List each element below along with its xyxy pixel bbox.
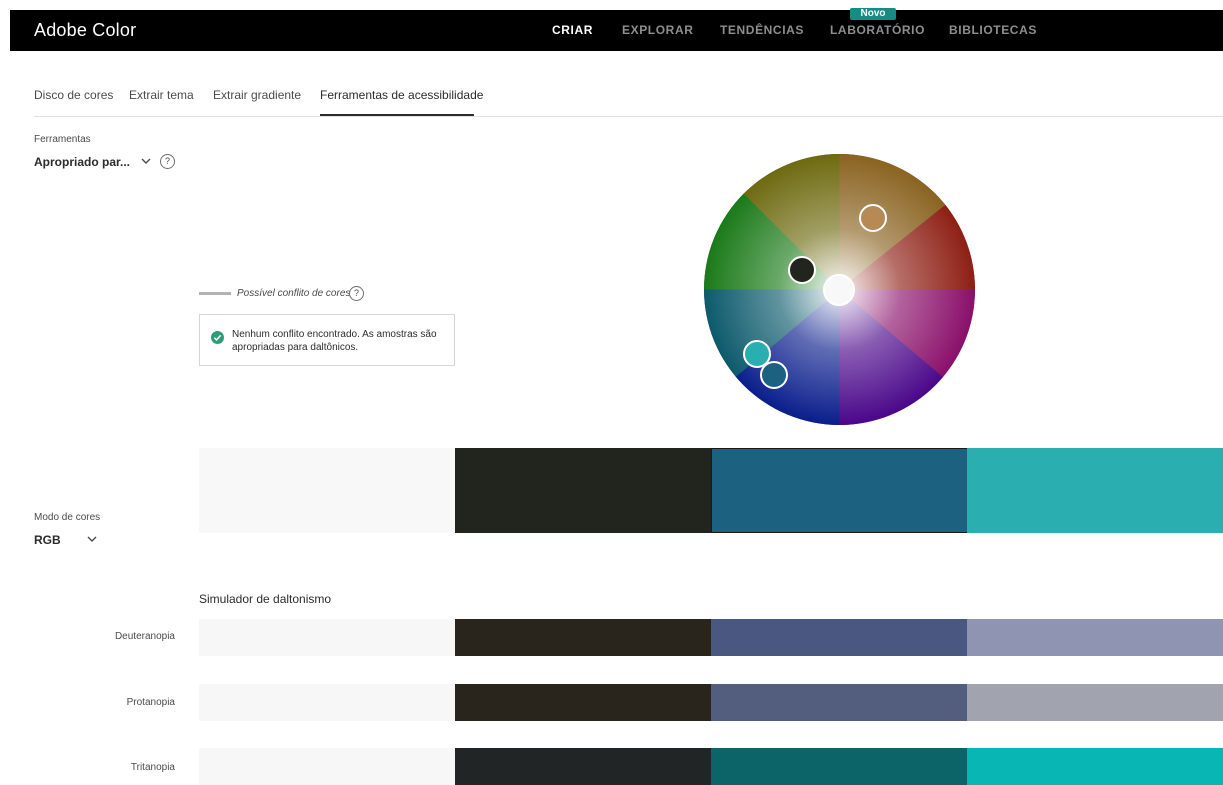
- accessibility-result-box: Nenhum conflito encontrado. As amostras …: [199, 314, 455, 366]
- check-circle-icon: [211, 331, 224, 344]
- sim-label-protanopia: Protanopia: [126, 697, 175, 708]
- active-tab-indicator: [320, 114, 474, 116]
- sim-swatch: [711, 619, 967, 656]
- app-title[interactable]: Adobe Color: [34, 10, 136, 51]
- sim-label-tritanopia: Tritanopia: [130, 762, 175, 773]
- conflict-legend-line: [199, 292, 231, 295]
- marker-blue[interactable]: [760, 361, 788, 389]
- color-mode-dropdown[interactable]: RGB: [34, 533, 61, 547]
- sim-swatch: [455, 619, 711, 656]
- tab-disco-de-cores[interactable]: Disco de cores: [34, 88, 113, 102]
- sim-swatch: [711, 748, 967, 785]
- mode-tabs: Disco de cores Extrair tema Extrair grad…: [34, 85, 1223, 117]
- nav-laboratorio[interactable]: LABORATÓRIO: [830, 10, 925, 51]
- tools-help-icon[interactable]: ?: [160, 154, 175, 169]
- sim-swatch: [199, 748, 455, 785]
- color-wheel[interactable]: [704, 154, 975, 425]
- swatch-4[interactable]: [967, 448, 1223, 533]
- sim-swatch: [455, 684, 711, 721]
- sim-swatch: [455, 748, 711, 785]
- marker-teal[interactable]: [743, 340, 771, 368]
- sim-swatch: [967, 619, 1223, 656]
- nav-explorar[interactable]: EXPLORAR: [622, 10, 693, 51]
- sim-row-tritanopia: [199, 748, 1223, 785]
- sim-row-deuteranopia: [199, 619, 1223, 656]
- tab-extrair-tema[interactable]: Extrair tema: [129, 88, 194, 102]
- top-navigation-bar: Adobe Color CRIAR EXPLORAR TENDÊNCIAS No…: [10, 8, 1223, 51]
- swatch-2[interactable]: [455, 448, 711, 533]
- swatch-row: [199, 448, 1223, 533]
- swatch-1[interactable]: [199, 448, 455, 533]
- tab-ferramentas-acessibilidade[interactable]: Ferramentas de acessibilidade: [320, 88, 483, 102]
- marker-dark[interactable]: [788, 256, 816, 284]
- tools-dropdown[interactable]: Apropriado par...: [34, 155, 130, 169]
- sim-swatch: [967, 684, 1223, 721]
- tools-label: Ferramentas: [34, 134, 91, 145]
- chevron-down-icon[interactable]: [87, 536, 97, 543]
- sim-swatch: [199, 619, 455, 656]
- nav-tendencias[interactable]: TENDÊNCIAS: [720, 10, 804, 51]
- sim-label-deuteranopia: Deuteranopia: [114, 631, 175, 642]
- result-message: Nenhum conflito encontrado. As amostras …: [232, 329, 437, 353]
- marker-tan[interactable]: [859, 204, 887, 232]
- swatch-3[interactable]: [711, 448, 968, 533]
- tab-extrair-gradiente[interactable]: Extrair gradiente: [213, 88, 301, 102]
- marker-white[interactable]: [823, 274, 855, 306]
- sim-row-protanopia: [199, 684, 1223, 721]
- sim-swatch: [199, 684, 455, 721]
- color-mode-label: Modo de cores: [34, 512, 101, 523]
- sim-swatch: [967, 748, 1223, 785]
- nav-criar[interactable]: CRIAR: [552, 10, 593, 51]
- sim-swatch: [711, 684, 967, 721]
- conflict-legend-text: Possível conflito de cores: [237, 288, 351, 299]
- chevron-down-icon[interactable]: [141, 158, 151, 165]
- simulator-title: Simulador de daltonismo: [199, 592, 332, 606]
- nav-bibliotecas[interactable]: BIBLIOTECAS: [949, 10, 1037, 51]
- legend-help-icon[interactable]: ?: [349, 286, 364, 301]
